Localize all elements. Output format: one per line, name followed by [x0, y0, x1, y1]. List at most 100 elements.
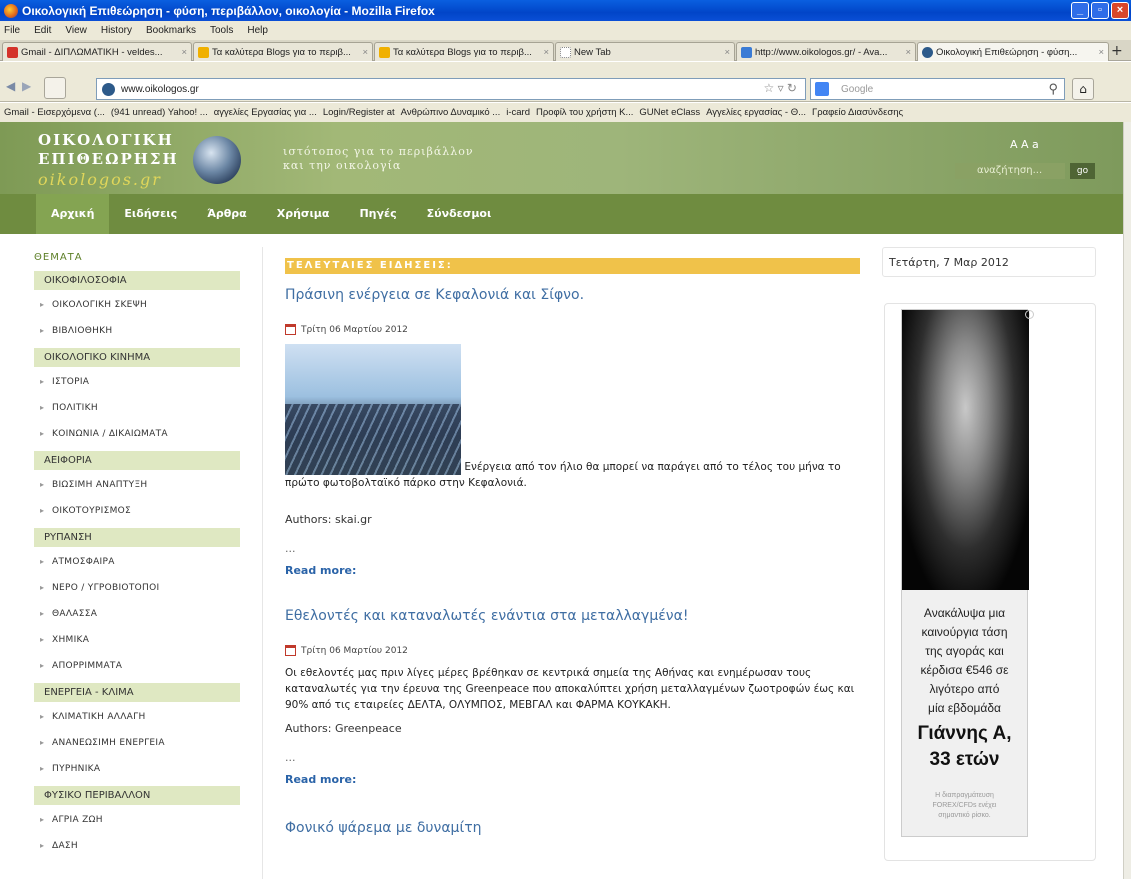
url-text: www.oikologos.gr [121, 83, 199, 95]
category-energeia-klima[interactable]: ΕΝΕΡΓΕΙΑ - ΚΛΙΜΑ [34, 683, 240, 702]
globe-logo-icon [193, 136, 241, 184]
article-title-link[interactable]: Εθελοντές και καταναλωτές ενάντια στα με… [285, 608, 860, 624]
minimize-button[interactable]: _ [1071, 2, 1089, 19]
category-oikofilosofia[interactable]: ΟΙΚΟΦΙΛΟΣΟΦΙΑ [34, 271, 240, 290]
bookmark-aggelies[interactable]: αγγελίες Εργασίας για ... [214, 107, 317, 118]
tab-close-icon[interactable]: × [177, 47, 187, 58]
tab-close-icon[interactable]: × [720, 47, 730, 58]
article-authors: Authors: skai.gr [285, 513, 372, 526]
bookmark-icard[interactable]: i-card [506, 107, 530, 118]
bookmark-grafeio[interactable]: Γραφείο Διασύνδεσης [812, 107, 903, 118]
nav-home[interactable]: Αρχική [36, 194, 110, 234]
nav-sources[interactable]: Πηγές [344, 194, 411, 234]
site-identity-icon[interactable] [102, 83, 115, 96]
menu-bookmarks[interactable]: Bookmarks [146, 25, 196, 36]
home-button-icon[interactable]: ⌂ [1072, 78, 1094, 100]
site-search-input[interactable]: αναζήτηση... [955, 163, 1065, 179]
subcategory-link[interactable]: ΝΕΡΟ / ΥΓΡΟΒΙΟΤΟΠΟΙ [34, 577, 240, 603]
bookmark-aggelies-ergasias[interactable]: Αγγελίες εργασίας - Θ... [706, 107, 806, 118]
home-icon[interactable] [44, 77, 66, 99]
tab-oikologos-ava[interactable]: http://www.oikologos.gr/ - Ava... × [736, 42, 916, 61]
subcategory-link[interactable]: ΘΑΛΑΣΣΑ [34, 603, 240, 629]
close-window-button[interactable]: × [1111, 2, 1129, 19]
subcategory-link[interactable]: ΑΝΑΝΕΩΣΙΜΗ ΕΝΕΡΓΕΙΑ [34, 732, 240, 758]
tab-close-icon[interactable]: × [1094, 47, 1104, 58]
subcategory-link[interactable]: ΠΥΡΗΝΙΚΑ [34, 758, 240, 784]
bookmark-gunet[interactable]: GUNet eClass [639, 107, 700, 118]
category-aeiforia[interactable]: ΑΕΙΦΟΡΙΑ [34, 451, 240, 470]
tab-close-icon[interactable]: × [901, 47, 911, 58]
ad-info-icon[interactable]: i [1025, 310, 1034, 319]
search-bar[interactable]: Google ⚲ [810, 78, 1065, 100]
solar-panels-image[interactable] [285, 344, 461, 475]
advertisement-banner[interactable]: Ανακάλυψα μια καινούργια τάση της αγοράς… [901, 309, 1029, 837]
nav-news[interactable]: Ειδήσεις [109, 194, 192, 234]
nav-links[interactable]: Σύνδεσμοι [412, 194, 507, 234]
subcategory-link[interactable]: ΚΟΙΝΩΝΙΑ / ΔΙΚΑΙΩΜΑΤΑ [34, 423, 240, 449]
tab-oikologiki-epitheorisi[interactable]: Οικολογική Επιθεώρηση - φύση... × [917, 42, 1109, 61]
tab-blogs-2[interactable]: Τα καλύτερα Blogs για το περιβ... × [374, 42, 554, 61]
category-rypansi[interactable]: ΡΥΠΑΝΣΗ [34, 528, 240, 547]
subcategory-link[interactable]: ΑΠΟΡΡΙΜΜΑΤΑ [34, 655, 240, 681]
ad-risk-line: σημαντικό ρίσκο. [938, 812, 991, 819]
main-content: ΤΕΛΕΥΤΑΙΕΣ ΕΙΔΗΣΕΙΣ: Πράσινη ενέργεια σε… [285, 258, 860, 836]
subcategory-link[interactable]: ΔΑΣΗ [34, 835, 240, 861]
new-tab-button[interactable]: + [1111, 43, 1123, 59]
ad-text-line: λιγότερο από [929, 682, 1000, 696]
nav-articles[interactable]: Άρθρα [192, 194, 262, 234]
ad-age-line: 33 ετών [929, 749, 1000, 770]
subcategory-link[interactable]: ΟΙΚΟΛΟΓΙΚΗ ΣΚΕΨΗ [34, 294, 240, 320]
bookmark-anthropino[interactable]: Ανθρώπινο Δυναμικό ... [401, 107, 501, 118]
read-more-link[interactable]: Read more: [285, 773, 860, 786]
subcategory-link[interactable]: ΒΙΒΛΙΟΘΗΚΗ [34, 320, 240, 346]
article-title-link[interactable]: Φονικό ψάρεμα με δυναμίτη [285, 820, 860, 836]
bookmarks-toolbar: Gmail - Εισερχόμενα (... (941 unread) Ya… [0, 103, 1131, 122]
menu-tools[interactable]: Tools [210, 25, 233, 36]
font-size-controls[interactable]: A A a [1010, 138, 1039, 151]
star-icon[interactable]: ☆ ▿ ↻ [763, 81, 797, 95]
subcategory-link[interactable]: ΙΣΤΟΡΙΑ [34, 371, 240, 397]
bookmark-yahoo[interactable]: (941 unread) Yahoo! ... [111, 107, 208, 118]
current-date-box: Τετάρτη, 7 Μαρ 2012 [882, 247, 1096, 277]
read-more-link[interactable]: Read more: [285, 564, 860, 577]
url-bar[interactable]: www.oikologos.gr ☆ ▿ ↻ [96, 78, 806, 100]
subcategory-link[interactable]: ΑΤΜΟΣΦΑΙΡΑ [34, 551, 240, 577]
category-fysiko-perivallon[interactable]: ΦΥΣΙΚΟ ΠΕΡΙΒΑΛΛΟΝ [34, 786, 240, 805]
forward-arrow-icon[interactable]: ▶ [22, 79, 31, 93]
tab-gmail[interactable]: Gmail - ΔΙΠΛΩΜΑΤΙΚΗ - veldes... × [2, 42, 192, 61]
main-navigation: Αρχική Ειδήσεις Άρθρα Χρήσιμα Πηγές Σύνδ… [0, 194, 1123, 234]
bookmark-gmail[interactable]: Gmail - Εισερχόμενα (... [4, 107, 105, 118]
site-logo[interactable]: ΟΙΚΟΛΟΓΙΚΗ ΕΠΙΘΕΩΡΗΣΗ [38, 131, 179, 169]
subcategory-link[interactable]: ΑΓΡΙΑ ΖΩΗ [34, 809, 240, 835]
tab-close-icon[interactable]: × [358, 47, 368, 58]
nav-useful[interactable]: Χρήσιμα [262, 194, 345, 234]
site-icon [741, 46, 752, 58]
tab-close-icon[interactable]: × [539, 47, 549, 58]
bookmark-profil[interactable]: Προφίλ του χρήστη Κ... [536, 107, 633, 118]
article-title-link[interactable]: Πράσινη ενέργεια σε Κεφαλονιά και Σίφνο. [285, 287, 860, 303]
subcategory-link[interactable]: ΠΟΛΙΤΙΚΗ [34, 397, 240, 423]
subcategory-link[interactable]: ΚΛΙΜΑΤΙΚΗ ΑΛΛΑΓΗ [34, 706, 240, 732]
menu-edit[interactable]: Edit [34, 25, 51, 36]
category-oikologiko-kinima[interactable]: ΟΙΚΟΛΟΓΙΚΟ ΚΙΝΗΜΑ [34, 348, 240, 367]
magnifier-icon[interactable]: ⚲ [1048, 81, 1058, 97]
menu-file[interactable]: File [4, 25, 20, 36]
search-go-button[interactable]: go [1070, 163, 1095, 179]
menu-view[interactable]: View [65, 25, 87, 36]
blogger-icon [198, 46, 209, 58]
tab-bar: Gmail - ΔΙΠΛΩΜΑΤΙΚΗ - veldes... × Τα καλ… [0, 40, 1131, 61]
bookmark-login[interactable]: Login/Register at [323, 107, 395, 118]
subcategory-link[interactable]: ΧΗΜΙΚΑ [34, 629, 240, 655]
back-arrow-icon[interactable]: ◀ [6, 79, 15, 93]
ad-risk-line: FOREX/CFDs ενέχει [932, 802, 997, 809]
maximize-button[interactable]: ▫ [1091, 2, 1109, 19]
tagline-line-2: και την οικολογία [283, 159, 402, 172]
subcategory-link[interactable]: ΒΙΩΣΙΜΗ ΑΝΑΠΤΥΞΗ [34, 474, 240, 500]
tab-new-tab[interactable]: New Tab × [555, 42, 735, 61]
tab-blogs-1[interactable]: Τα καλύτερα Blogs για το περιβ... × [193, 42, 373, 61]
ad-portrait-image[interactable] [902, 310, 1029, 590]
subcategory-link[interactable]: ΟΙΚΟΤΟΥΡΙΣΜΟΣ [34, 500, 240, 526]
menu-history[interactable]: History [101, 25, 132, 36]
menu-help[interactable]: Help [247, 25, 268, 36]
page-scrollbar[interactable] [1123, 122, 1131, 879]
